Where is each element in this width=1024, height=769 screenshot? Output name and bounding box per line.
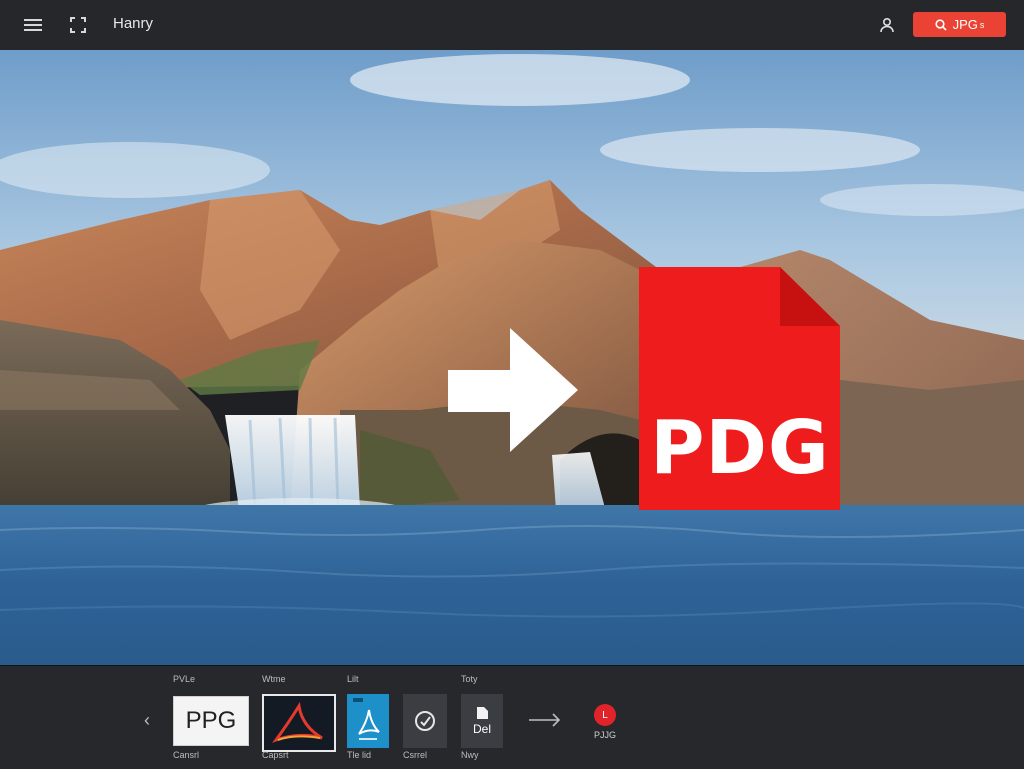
format-top-label: PVLe [173, 674, 196, 684]
format-bottom-label: Nwy [461, 750, 479, 760]
format-top-label: Lilt [347, 674, 359, 684]
acrobat-icon [353, 698, 380, 740]
crop-icon[interactable] [66, 13, 90, 37]
cta-suffix: s [979, 19, 985, 30]
thumb-text: PPG [185, 707, 237, 734]
convert-jpg-button[interactable]: JPG s [913, 12, 1006, 37]
app-title: Hanry [113, 15, 154, 32]
user-icon[interactable] [875, 13, 899, 37]
menu-icon[interactable] [21, 13, 45, 37]
status-badge[interactable]: L [594, 704, 616, 726]
search-icon [934, 18, 947, 31]
thumb-text: Del [472, 722, 491, 736]
format-bottom-label: Csrrel [403, 750, 427, 760]
format-thumb-acrobat[interactable] [347, 694, 389, 748]
arrow-right-icon [528, 713, 562, 732]
format-bottom-label: Capsrt [262, 750, 289, 760]
format-bottom-label: Tle lid [347, 750, 372, 760]
format-top-label: Toty [461, 674, 478, 684]
top-toolbar: Hanry JPG s [0, 0, 1024, 51]
format-picker-panel: ‹ PVLe PPG Cansrl Wtme Capsrt Lilt Tle l… [0, 665, 1024, 769]
format-top-label: Wtme [262, 674, 286, 684]
format-thumb-doc[interactable]: Del [461, 694, 503, 748]
overlay-format-label: PDG [650, 405, 830, 491]
format-thumb-compress[interactable] [403, 694, 447, 748]
format-bottom-label: Cansrl [173, 750, 200, 760]
format-thumb-pdf-dark[interactable] [262, 694, 336, 752]
image-canvas[interactable]: PDG [0, 50, 1024, 665]
output-format-label: PJJG [594, 730, 617, 740]
cta-label: JPG [952, 17, 978, 32]
check-circle-icon [415, 711, 435, 731]
pdf-icon [272, 701, 323, 743]
chevron-left-icon[interactable]: ‹ [144, 710, 150, 731]
landscape-photo [0, 50, 1024, 665]
format-thumb-ppg[interactable]: PPG [173, 696, 249, 746]
file-icon [477, 707, 488, 719]
